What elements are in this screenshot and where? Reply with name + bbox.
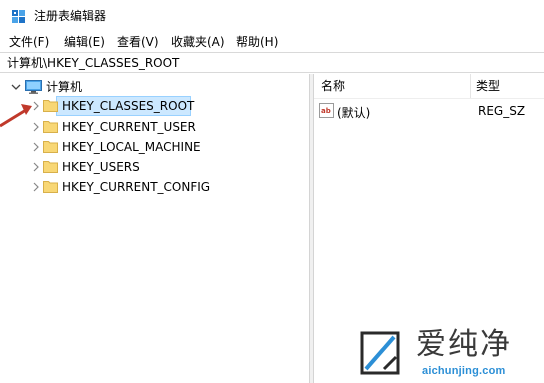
tree-root-label: 计算机 [46, 80, 83, 94]
value-type: REG_SZ [478, 104, 526, 118]
tree-item-hkey-current-config[interactable]: HKEY_CURRENT_CONFIG [0, 177, 310, 197]
menu-help[interactable]: 帮助(H) [236, 35, 278, 50]
value-row[interactable]: ab (默认) REG_SZ [314, 101, 544, 121]
chevron-down-icon[interactable] [11, 82, 21, 92]
menu-view[interactable]: 查看(V) [117, 35, 159, 50]
menu-bar: 文件(F) 编辑(E) 查看(V) 收藏夹(A) 帮助(H) [0, 32, 544, 52]
tree-root-computer[interactable]: 计算机 [0, 78, 310, 98]
tree-item-label: HKEY_USERS [62, 160, 140, 174]
watermark-domain-text: aichunjing.com [422, 365, 506, 377]
computer-icon [25, 80, 42, 94]
tree-item-hkey-local-machine[interactable]: HKEY_LOCAL_MACHINE [0, 137, 310, 157]
chevron-right-icon[interactable] [31, 182, 41, 192]
key-tree-pane[interactable]: 计算机 HKEY_CLASSES_ROOT HKEY_CURRENT_USER … [0, 74, 310, 383]
address-path[interactable]: 计算机\HKEY_CLASSES_ROOT [7, 56, 179, 70]
menu-favorites[interactable]: 收藏夹(A) [171, 35, 225, 50]
title-bar: 注册表编辑器 [0, 0, 544, 32]
tree-item-label: HKEY_CLASSES_ROOT [62, 99, 195, 113]
svg-text:ab: ab [321, 107, 331, 115]
tree-item-label: HKEY_LOCAL_MACHINE [62, 140, 201, 154]
red-arrow-annotation [0, 104, 32, 128]
column-header-type[interactable]: 类型 [476, 74, 500, 98]
chevron-right-icon[interactable] [31, 142, 41, 152]
folder-icon [43, 100, 58, 112]
value-name: (默认) [337, 106, 371, 120]
watermark-logo-icon [360, 331, 400, 375]
regedit-app-icon [12, 10, 25, 23]
column-separator[interactable] [470, 74, 471, 98]
address-bar[interactable]: 计算机\HKEY_CLASSES_ROOT [0, 52, 544, 73]
column-header-name[interactable]: 名称 [321, 74, 345, 98]
menu-edit[interactable]: 编辑(E) [64, 35, 105, 50]
folder-icon [43, 181, 58, 193]
watermark: 爱纯净 aichunjing.com [350, 325, 544, 383]
watermark-chinese-text: 爱纯净 [416, 327, 512, 362]
tree-item-label: HKEY_CURRENT_CONFIG [62, 180, 211, 194]
header-divider [314, 98, 544, 99]
menu-file[interactable]: 文件(F) [9, 35, 49, 50]
tree-item-label: HKEY_CURRENT_USER [62, 120, 196, 134]
tree-item-hkey-users[interactable]: HKEY_USERS [0, 157, 310, 177]
folder-icon [43, 141, 58, 153]
tree-item-hkey-classes-root[interactable]: HKEY_CLASSES_ROOT [0, 96, 310, 116]
chevron-right-icon[interactable] [31, 162, 41, 172]
window-title: 注册表编辑器 [34, 9, 107, 23]
folder-icon [43, 121, 58, 133]
folder-icon [43, 161, 58, 173]
tree-item-hkey-current-user[interactable]: HKEY_CURRENT_USER [0, 117, 310, 137]
string-value-icon: ab [319, 103, 334, 118]
